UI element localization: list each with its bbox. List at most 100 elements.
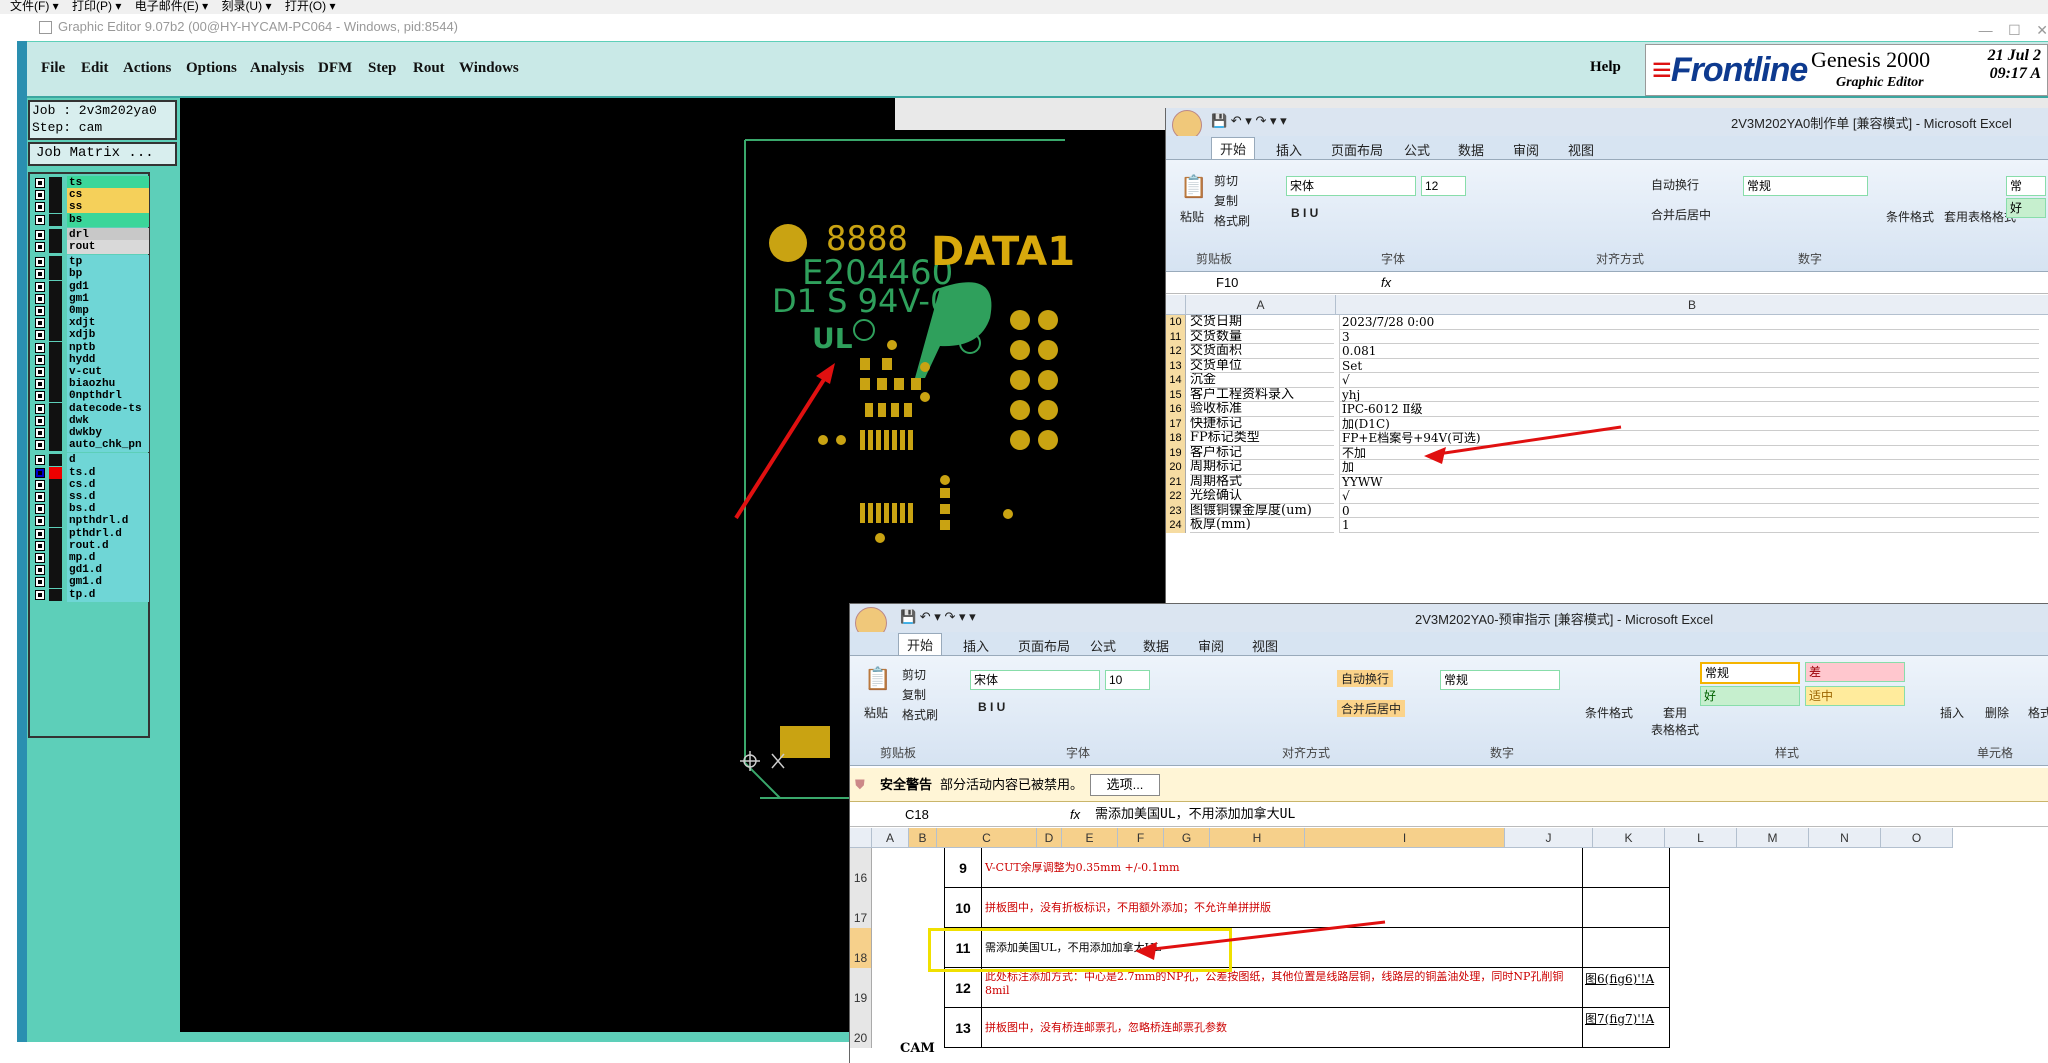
excel-b-window: 💾 ↶ ▾ ↷ ▾ ▾ 2V3M202YA0-预审指示 [兼容模式] - Mic… (849, 603, 2048, 1063)
layer-name: auto_chk_pn (67, 438, 149, 453)
layer-row[interactable]: tp.d (32, 587, 149, 602)
menu-step[interactable]: Step (368, 60, 396, 77)
pcb-data-text: DATA1 (931, 229, 1075, 275)
layer-checkbox[interactable] (35, 202, 45, 213)
layer-color-swatch (49, 201, 62, 214)
layer-color-swatch (49, 390, 62, 403)
layer-color-swatch (49, 454, 62, 467)
layer-checkbox[interactable] (35, 589, 45, 600)
layer-checkbox[interactable] (35, 467, 45, 478)
layer-color-swatch (49, 552, 62, 564)
layer-checkbox[interactable] (35, 318, 45, 329)
layer-checkbox[interactable] (35, 330, 45, 341)
layer-checkbox[interactable] (35, 479, 45, 490)
layer-color-swatch (49, 189, 62, 202)
layer-checkbox[interactable] (35, 403, 45, 414)
menu-help[interactable]: Help (1590, 59, 1621, 76)
layer-row[interactable]: auto_chk_pn (32, 438, 149, 453)
layer-checkbox[interactable] (35, 379, 45, 390)
layer-color-swatch (49, 241, 62, 253)
os-menu-open[interactable]: 打开(O) (285, 0, 326, 13)
layer-checkbox[interactable] (35, 391, 45, 402)
menu-edit[interactable]: Edit (81, 60, 109, 77)
layer-color-swatch (49, 213, 62, 226)
menu-windows[interactable]: Windows (459, 60, 519, 77)
layer-checkbox[interactable] (35, 281, 45, 292)
menu-rout[interactable]: Rout (413, 60, 445, 77)
layer-checkbox[interactable] (35, 242, 45, 252)
layer-color-swatch (49, 228, 62, 241)
menu-options[interactable]: Options (186, 60, 237, 77)
layer-checkbox[interactable] (35, 214, 45, 225)
layer-checkbox[interactable] (35, 354, 45, 365)
layer-color-swatch (49, 588, 62, 601)
layer-checkbox[interactable] (35, 293, 45, 304)
layer-checkbox[interactable] (35, 540, 45, 551)
os-menubar: 文件(F) ▾ 打印(P) ▾ 电子邮件(E) ▾ 刻录(U) ▾ 打开(O) … (0, 0, 2048, 14)
layer-list: ts cs ss bs drl rout tp bp gd1 gm1 0mp xdjt xdjb nptb… (28, 172, 150, 738)
layer-checkbox[interactable] (35, 516, 45, 527)
clock: 21 Jul 2 09:17 A (1987, 47, 2041, 82)
svg-text:ᑌL: ᑌL (812, 322, 853, 355)
layer-row[interactable]: rout (32, 240, 149, 254)
layer-checkbox[interactable] (35, 342, 45, 353)
menu-actions[interactable]: Actions (123, 60, 171, 77)
layer-checkbox[interactable] (35, 492, 45, 502)
logo-product: Genesis 2000 (1811, 47, 1931, 72)
layer-color-swatch (49, 256, 62, 269)
layer-color-swatch (49, 564, 62, 577)
layer-checkbox[interactable] (35, 229, 45, 240)
logo-subtitle: Graphic Editor (1836, 75, 1924, 90)
layer-color-swatch (49, 329, 62, 342)
layer-name: bs (67, 212, 149, 227)
layer-color-swatch (49, 414, 62, 427)
annotation-arrow-b (1135, 920, 1386, 960)
layer-color-swatch (49, 427, 62, 439)
layer-checkbox[interactable] (35, 428, 45, 438)
layer-color-swatch (49, 317, 62, 330)
logo-brand: ≡Frontline (1652, 51, 1808, 89)
layer-color-swatch (49, 478, 62, 491)
layer-color-swatch (49, 353, 62, 366)
frontline-logo: ≡Frontline Genesis 2000 Graphic Editor 2… (1645, 44, 2048, 96)
layer-checkbox[interactable] (35, 306, 45, 316)
layer-checkbox[interactable] (35, 440, 45, 451)
layer-checkbox[interactable] (35, 257, 45, 268)
job-matrix-button[interactable]: Job Matrix ... (28, 142, 177, 166)
layer-color-swatch (49, 527, 62, 540)
layer-checkbox[interactable] (35, 455, 45, 466)
minimize-icon[interactable]: — (1979, 22, 1993, 38)
layer-checkbox[interactable] (35, 565, 45, 576)
layer-checkbox[interactable] (35, 553, 45, 563)
menu-file[interactable]: File (41, 60, 65, 77)
layer-name: rout (67, 240, 149, 254)
os-menu-burn[interactable]: 刻录(U) (221, 0, 262, 13)
layer-color-swatch (49, 576, 62, 589)
window-controls: — ☐ ✕ (1928, 18, 2048, 38)
layer-checkbox[interactable] (35, 577, 45, 588)
layer-color-swatch (49, 539, 62, 552)
os-menu-print[interactable]: 打印(P) (72, 0, 112, 13)
menu-dfm[interactable]: DFM (318, 60, 352, 77)
layer-color-swatch (49, 466, 62, 479)
menu-analysis[interactable]: Analysis (250, 60, 304, 77)
layer-color-swatch (49, 177, 62, 189)
layer-checkbox[interactable] (35, 415, 45, 426)
maximize-icon[interactable]: ☐ (2008, 22, 2021, 38)
close-icon[interactable]: ✕ (2036, 22, 2048, 38)
layer-color-swatch (49, 305, 62, 317)
os-menu-email[interactable]: 电子邮件(E) (135, 0, 199, 13)
layer-checkbox[interactable] (35, 367, 45, 377)
layer-checkbox[interactable] (35, 269, 45, 280)
layer-color-swatch (49, 378, 62, 391)
layer-row[interactable]: bs (32, 212, 149, 227)
layer-checkbox[interactable] (35, 528, 45, 539)
app-icon (39, 21, 52, 35)
layer-color-swatch (49, 280, 62, 293)
layer-color-swatch (49, 503, 62, 516)
layer-checkbox[interactable] (35, 190, 45, 201)
layer-checkbox[interactable] (35, 178, 45, 188)
job-label: Job : 2v3m202ya0 (32, 103, 157, 118)
os-menu-file[interactable]: 文件(F) (10, 0, 49, 13)
layer-checkbox[interactable] (35, 504, 45, 515)
